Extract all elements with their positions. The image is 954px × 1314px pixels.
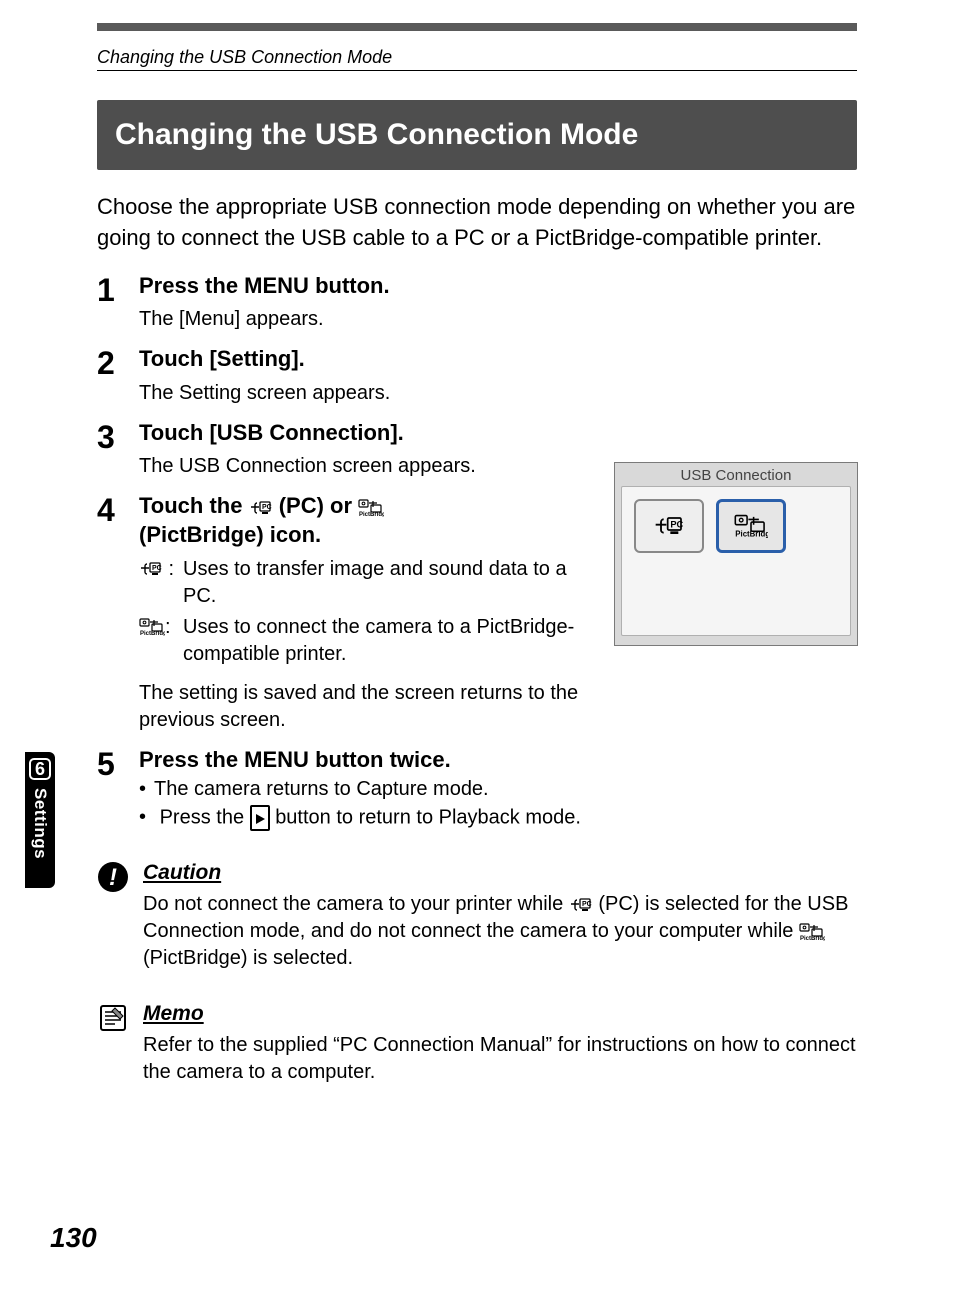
step-title: Press the MENU button. (139, 272, 857, 301)
step-2: 2 Touch [Setting]. The Setting screen ap… (97, 345, 857, 407)
caution-text-a: Do not connect the camera to your printe… (143, 893, 569, 915)
screenshot-inner (621, 486, 851, 636)
step-desc: The Setting screen appears. (139, 380, 857, 407)
pc-icon (139, 560, 163, 578)
step-desc: The [Menu] appears. (139, 306, 857, 333)
step-title: Touch the (PC) or (PictBridge) icon. (139, 492, 599, 549)
caution-text-c: (PictBridge) is selected. (143, 947, 353, 969)
step-after-text: The setting is saved and the screen retu… (139, 680, 599, 734)
step-number: 4 (97, 492, 139, 526)
step-number: 5 (97, 746, 139, 780)
playback-icon (250, 805, 270, 831)
step-title-post: button twice. (309, 747, 451, 772)
bullet-item: The camera returns to Capture mode. (139, 778, 857, 801)
step-title-part-b: (PC) or (279, 493, 358, 518)
memo-icon (97, 1002, 129, 1034)
icon-def-text: Uses to transfer image and sound data to… (183, 556, 599, 610)
screenshot-title: USB Connection (615, 463, 857, 486)
caution-title: Caution (143, 861, 857, 885)
icon-def-pc: : Uses to transfer image and sound data … (139, 556, 599, 610)
step-title-part-a: Touch the (139, 493, 249, 518)
chapter-number: 6 (29, 758, 51, 780)
caution-icon: ! (97, 861, 129, 893)
step-number: 3 (97, 419, 139, 453)
step-title-post: button. (309, 273, 390, 298)
step-5: 5 Press the MENU button twice. The camer… (97, 746, 857, 832)
caution-text: Do not connect the camera to your printe… (143, 891, 857, 972)
pictbridge-option-button[interactable] (716, 499, 786, 553)
chapter-label: Settings (30, 788, 50, 859)
top-rule (97, 23, 857, 31)
pictbridge-icon (734, 514, 768, 538)
bullet-pre: Press the (160, 806, 250, 828)
step-title-pre: Press the (139, 273, 244, 298)
page-number: 130 (50, 1222, 97, 1254)
intro-text: Choose the appropriate USB connection mo… (97, 192, 857, 254)
menu-button-label: MENU (244, 747, 309, 772)
caution-callout: ! Caution Do not connect the camera to y… (97, 861, 857, 972)
pc-icon (249, 499, 273, 517)
svg-text:!: ! (109, 864, 117, 891)
menu-button-label: MENU (244, 273, 309, 298)
section-title-bar: Changing the USB Connection Mode (97, 100, 857, 170)
step-title: Press the MENU button twice. (139, 746, 857, 775)
pictbridge-icon (799, 923, 825, 941)
running-underline (97, 70, 857, 71)
running-header: Changing the USB Connection Mode (97, 47, 392, 68)
memo-callout: Memo Refer to the supplied “PC Connectio… (97, 1002, 857, 1086)
step-title-pre: Press the (139, 747, 244, 772)
step-number: 1 (97, 272, 139, 306)
icon-def-pictbridge: : Uses to connect the camera to a PictBr… (139, 614, 599, 668)
pc-icon (569, 896, 593, 914)
memo-title: Memo (143, 1002, 857, 1026)
pictbridge-icon (358, 499, 384, 517)
memo-text: Refer to the supplied “PC Connection Man… (143, 1032, 857, 1086)
step-title: Touch [USB Connection]. (139, 419, 857, 448)
step-bullets: The camera returns to Capture mode. Pres… (139, 778, 857, 831)
step-1: 1 Press the MENU button. The [Menu] appe… (97, 272, 857, 334)
step-number: 2 (97, 345, 139, 379)
pc-option-button[interactable] (634, 499, 704, 553)
pc-icon (653, 514, 685, 538)
bullet-post: button to return to Playback mode. (275, 806, 581, 828)
bullet-item: Press the button to return to Playback m… (139, 805, 857, 831)
icon-def-text: Uses to connect the camera to a PictBrid… (183, 614, 599, 668)
chapter-tab: 6 Settings (25, 752, 55, 888)
usb-connection-screenshot: USB Connection (614, 462, 858, 646)
icon-definitions: : Uses to transfer image and sound data … (139, 556, 599, 668)
step-title: Touch [Setting]. (139, 345, 857, 374)
pictbridge-icon (139, 618, 165, 636)
step-title-part-c: (PictBridge) icon. (139, 522, 321, 547)
